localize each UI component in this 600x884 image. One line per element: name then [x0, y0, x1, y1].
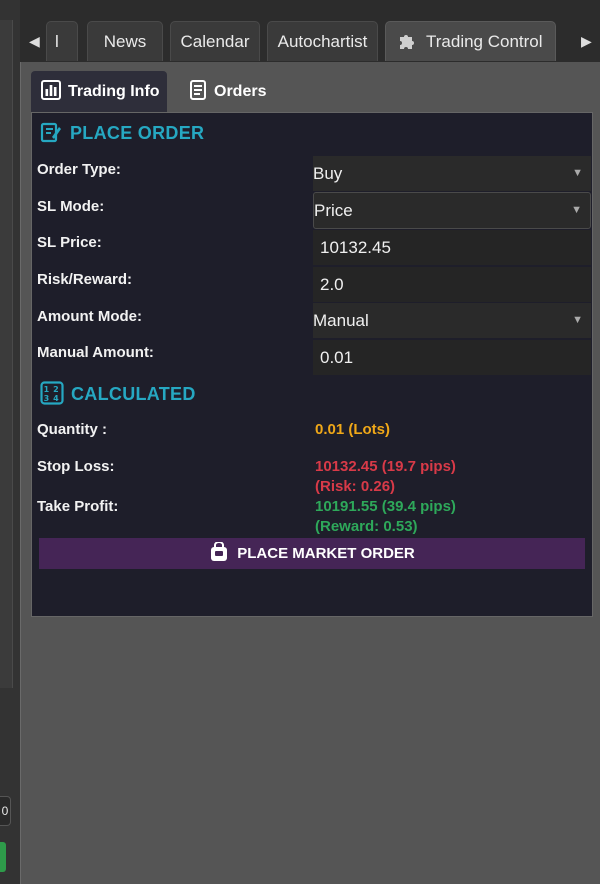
- amount-mode-select[interactable]: Manual ▼: [313, 303, 591, 338]
- sl-price-input[interactable]: 10132.45: [313, 230, 591, 265]
- tab-calendar[interactable]: Calendar: [170, 21, 260, 61]
- quantity-value: 0.01 (Lots): [315, 421, 391, 438]
- risk-reward-input[interactable]: 2.0: [313, 267, 591, 302]
- left-arrow-icon: ◀: [29, 33, 40, 49]
- svg-text:3: 3: [44, 394, 50, 403]
- tab-trading-info[interactable]: Trading Info: [31, 71, 167, 113]
- calculated-title: 1 2 3 4 CALCULATED: [40, 381, 196, 405]
- take-profit-reward: (Reward: 0.53): [315, 518, 418, 535]
- manual-amount-label: Manual Amount:: [37, 344, 154, 361]
- order-type-select[interactable]: Buy ▼: [313, 156, 591, 191]
- tab-scroll-left[interactable]: ◀: [29, 21, 40, 61]
- tab-partial[interactable]: l: [46, 21, 78, 61]
- place-order-title: PLACE ORDER: [40, 121, 204, 144]
- right-arrow-icon: ▶: [581, 33, 592, 49]
- sl-price-label: SL Price:: [37, 234, 102, 251]
- shopping-bag-icon: [211, 542, 228, 561]
- stop-loss-risk: (Risk: 0.26): [315, 478, 396, 495]
- place-market-order-button[interactable]: PLACE MARKET ORDER: [39, 538, 585, 569]
- manual-amount-input[interactable]: 0.01: [313, 340, 591, 375]
- svg-text:4: 4: [53, 394, 59, 403]
- order-type-label: Order Type:: [37, 161, 121, 178]
- sl-mode-label: SL Mode:: [37, 198, 105, 215]
- dropdown-arrow-icon: ▼: [572, 167, 583, 179]
- sl-mode-select[interactable]: Price ▼: [313, 192, 591, 229]
- amount-mode-label: Amount Mode:: [37, 308, 142, 325]
- svg-text:2: 2: [53, 385, 59, 394]
- risk-reward-label: Risk/Reward:: [37, 271, 133, 288]
- dropdown-arrow-icon: ▼: [571, 204, 582, 216]
- puzzle-icon: [400, 35, 414, 49]
- dropdown-arrow-icon: ▼: [572, 314, 583, 326]
- bar-chart-icon: [41, 80, 61, 100]
- document-icon: [190, 80, 206, 100]
- tab-news[interactable]: News: [87, 21, 163, 61]
- edit-icon: [40, 122, 61, 143]
- svg-text:1: 1: [44, 385, 50, 394]
- tab-trading-control[interactable]: Trading Control: [385, 21, 556, 61]
- stop-loss-label: Stop Loss:: [37, 458, 115, 475]
- background-badge: 0: [0, 796, 11, 826]
- take-profit-value: 10191.55 (39.4 pips): [315, 498, 456, 515]
- background-indicator: [0, 842, 6, 872]
- quantity-label: Quantity :: [37, 421, 107, 438]
- tab-scroll-right[interactable]: ▶: [581, 21, 592, 61]
- background-panel: [0, 20, 13, 688]
- background-app-edge: 0: [0, 0, 20, 884]
- calculator-icon: 1 2 3 4: [40, 381, 64, 405]
- take-profit-label: Take Profit:: [37, 498, 119, 515]
- tab-orders[interactable]: Orders: [190, 71, 290, 113]
- tab-autochartist[interactable]: Autochartist: [267, 21, 378, 61]
- stop-loss-value: 10132.45 (19.7 pips): [315, 458, 456, 475]
